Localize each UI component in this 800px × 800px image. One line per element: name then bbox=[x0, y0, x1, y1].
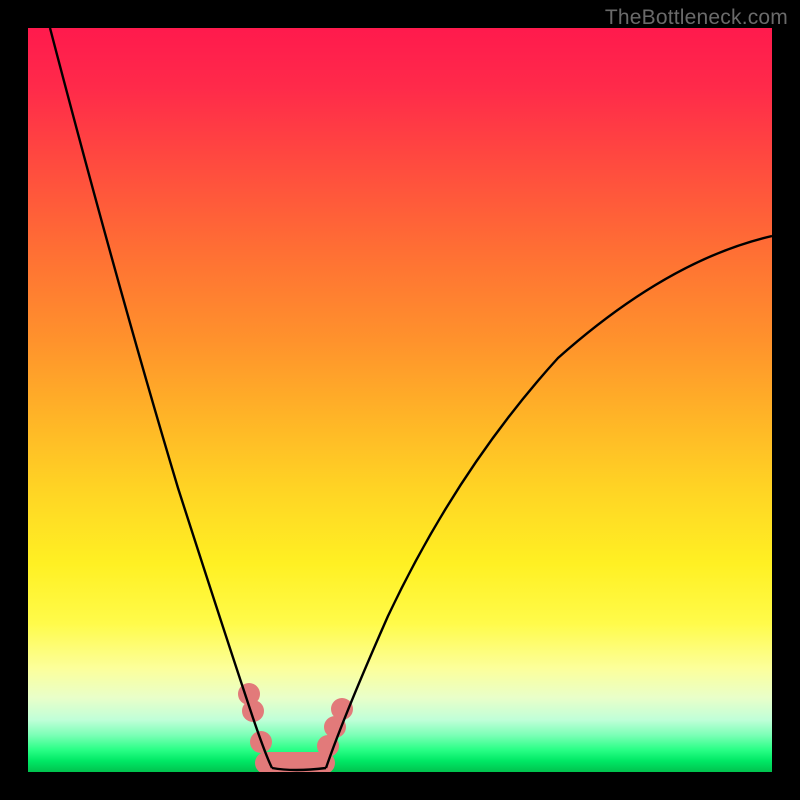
right-branch-curve bbox=[326, 236, 772, 768]
watermark-text: TheBottleneck.com bbox=[605, 6, 788, 30]
marker-dot bbox=[331, 698, 353, 720]
outer-frame: TheBottleneck.com bbox=[0, 0, 800, 800]
chart-svg bbox=[28, 28, 772, 772]
left-branch-curve bbox=[50, 28, 272, 768]
plot-area bbox=[28, 28, 772, 772]
